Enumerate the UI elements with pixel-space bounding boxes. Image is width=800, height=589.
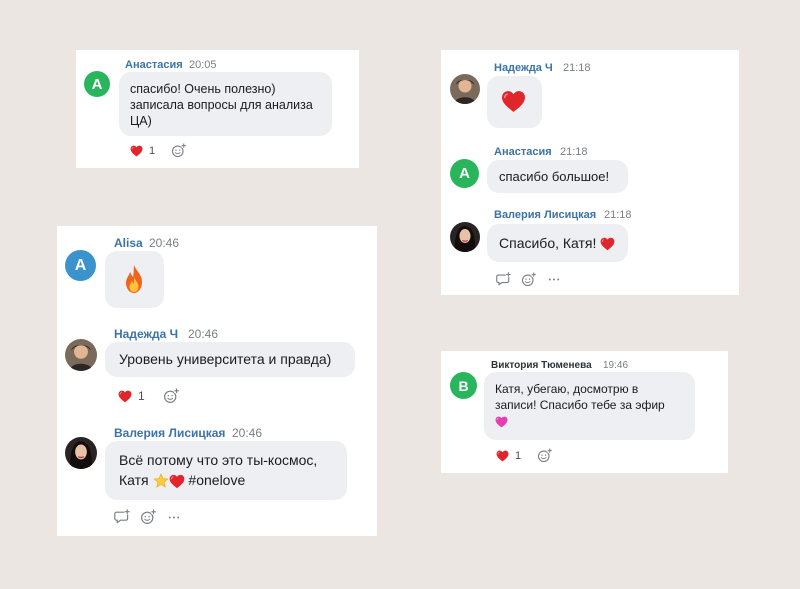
comment-card-4: В Виктория Тюменева 19:46 Катя, убегаю, … (441, 351, 728, 473)
reply-icon[interactable] (114, 509, 130, 525)
avatar[interactable]: А (65, 250, 96, 281)
message-bubble: спасибо! Очень полезно) записала вопросы… (119, 72, 332, 136)
more-icon[interactable] (548, 277, 560, 282)
message-time: 20:46 (149, 236, 180, 250)
heart-icon (130, 145, 143, 157)
heart-icon (496, 450, 509, 462)
reply-icon[interactable] (496, 272, 511, 287)
author-name[interactable]: Валерия Лисицкая (494, 209, 596, 221)
add-reaction-icon[interactable] (537, 448, 552, 463)
heart-icon (169, 474, 185, 489)
message-text-line: Катя (119, 472, 149, 488)
message-time: 21:18 (604, 209, 632, 221)
add-reaction-icon[interactable] (171, 143, 186, 158)
add-reaction-icon[interactable] (521, 272, 536, 287)
heart-reaction[interactable]: 1 (130, 144, 156, 157)
avatar[interactable] (450, 74, 480, 104)
author-name[interactable]: Виктория Тюменева (491, 360, 592, 371)
author-name[interactable]: Надежда Ч (114, 327, 178, 341)
message-time: 20:46 (232, 426, 263, 440)
avatar[interactable]: В (450, 372, 477, 399)
avatar-photo (450, 222, 480, 252)
message-time: 21:18 (560, 146, 588, 158)
author-name[interactable]: Валерия Лисицкая (114, 426, 225, 440)
avatar[interactable] (450, 222, 480, 252)
heart-reaction[interactable]: 1 (496, 449, 522, 462)
message-time: 20:46 (188, 327, 219, 341)
author-name[interactable]: Анастасия (494, 146, 552, 158)
comment-card-2: Надежда Ч 21:18 А Анастасия 21:18 спасиб… (441, 50, 739, 295)
message-bubble (487, 76, 542, 128)
message-bubble: Катя, убегаю, досмотрю в записи! Спасибо… (484, 372, 695, 440)
message-text: Спасибо, Катя! (499, 235, 597, 251)
avatar[interactable] (65, 339, 97, 371)
avatar-photo (65, 339, 97, 371)
author-name[interactable]: Анастасия (125, 59, 183, 71)
avatar-letter: В (458, 377, 469, 394)
message-bubble: Спасибо, Катя! (487, 224, 628, 262)
message-bubble: спасибо большое! (487, 160, 628, 193)
heart-icon (600, 237, 615, 251)
message-time: 19:46 (603, 360, 629, 371)
author-name[interactable]: Надежда Ч (494, 62, 553, 74)
message-text-line: записи! Спасибо тебе за эфир (495, 398, 665, 412)
comment-card-1: А Анастасия 20:05 спасибо! Очень полезно… (76, 50, 359, 168)
pink-heart-icon (495, 416, 508, 428)
message-text: Уровень университета и правда) (119, 351, 332, 367)
add-reaction-icon[interactable] (140, 509, 156, 525)
avatar-photo (450, 74, 480, 104)
avatar-letter: А (459, 165, 470, 182)
message-bubble: Уровень университета и правда) (105, 342, 355, 377)
avatar[interactable] (65, 437, 97, 469)
heart-icon (501, 90, 526, 113)
avatar[interactable]: А (450, 159, 479, 188)
message-bubble: Всё потому что это ты-космос, Катя #onel… (105, 441, 347, 500)
reaction-count: 1 (138, 389, 145, 403)
message-text-line: Катя, убегаю, досмотрю в (495, 382, 639, 396)
author-name[interactable]: Alisa (114, 236, 143, 250)
message-text: спасибо большое! (499, 169, 610, 184)
comment-card-3: А Alisa 20:46 Надежда Ч 20:46 Уровень ун… (57, 226, 377, 536)
message-bubble (105, 251, 164, 308)
message-text-line: ЦА) (130, 114, 152, 128)
add-reaction-icon[interactable] (163, 388, 179, 404)
message-text-line: спасибо! Очень полезно) (130, 82, 276, 96)
star-icon (153, 473, 169, 489)
fire-icon (122, 264, 146, 294)
message-text-line: Всё потому что это ты-космос, (119, 452, 318, 468)
more-icon[interactable] (168, 515, 180, 520)
message-text-line: записала вопросы для анализа (130, 98, 313, 112)
heart-reaction[interactable]: 1 (118, 389, 145, 403)
reaction-count: 1 (149, 144, 156, 157)
message-time: 20:05 (189, 59, 217, 71)
avatar-photo (65, 437, 97, 469)
reaction-count: 1 (515, 449, 522, 462)
heart-icon (118, 390, 132, 403)
hashtag-link[interactable]: #onelove (188, 472, 245, 488)
avatar-letter: А (74, 256, 87, 274)
avatar[interactable]: А (84, 71, 110, 97)
message-time: 21:18 (563, 62, 591, 74)
avatar-letter: А (91, 75, 103, 93)
